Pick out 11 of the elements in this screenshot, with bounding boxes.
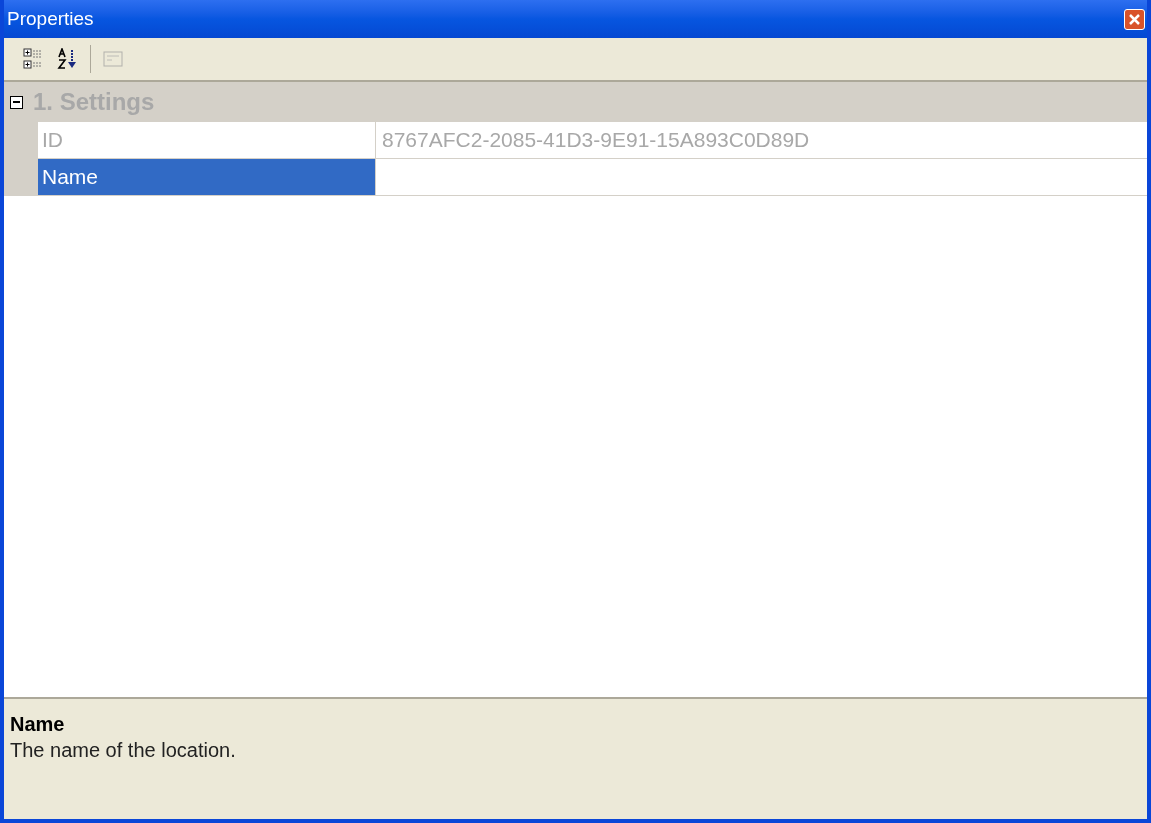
sort-az-icon — [57, 48, 79, 70]
property-value[interactable]: 8767AFC2-2085-41D3-9E91-15A893C0D89D — [375, 122, 1147, 159]
close-button[interactable] — [1124, 8, 1145, 30]
description-text: The name of the location. — [10, 738, 237, 763]
close-icon — [1128, 12, 1141, 26]
description-title: Name — [10, 712, 66, 737]
property-pages-icon — [102, 48, 124, 70]
property-name[interactable]: ID — [38, 122, 375, 159]
window-title: Properties — [6, 6, 94, 31]
property-name[interactable]: Name — [38, 159, 375, 196]
collapse-icon[interactable] — [10, 95, 23, 109]
